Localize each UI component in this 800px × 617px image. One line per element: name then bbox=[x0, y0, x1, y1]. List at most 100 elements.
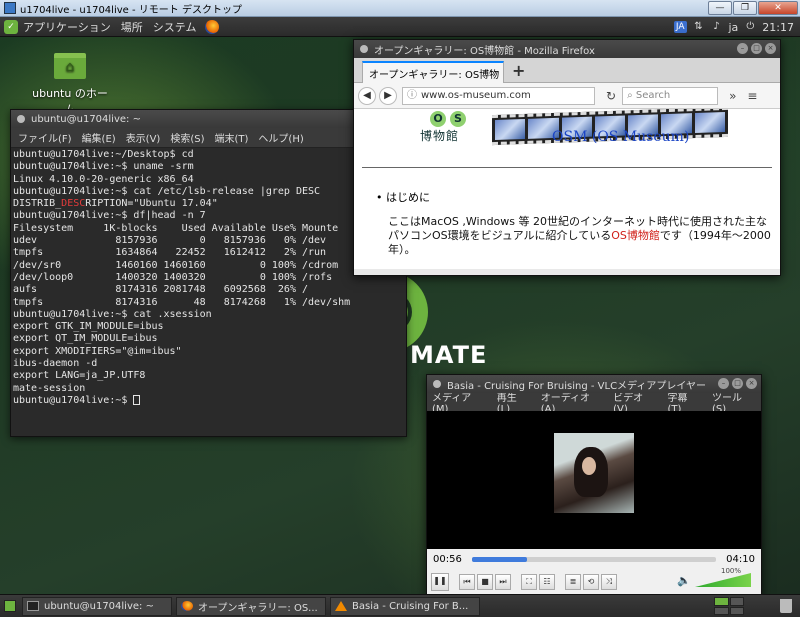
vlc-titlebar[interactable]: Basia - Cruising For Bruising - VLCメディアプ… bbox=[427, 375, 761, 393]
terminal-line: export XMODIFIERS="@im=ibus" bbox=[13, 345, 182, 357]
rdp-window-title: u1704live - u1704live - リモート デスクトップ bbox=[20, 4, 242, 16]
workspace-1[interactable] bbox=[714, 597, 729, 606]
menu-system[interactable]: システム bbox=[148, 19, 202, 35]
terminal-icon bbox=[27, 601, 39, 611]
taskbar-item-terminal[interactable]: ubuntu@u1704live: ~ bbox=[22, 596, 172, 616]
firefox-navbar: ◀ ▶ ⓘ www.os-museum.com ↻ ⌕ Search » ≡ bbox=[354, 83, 780, 109]
workspace-2[interactable] bbox=[729, 597, 744, 606]
volume-slider[interactable] bbox=[695, 573, 751, 587]
menu-places[interactable]: 場所 bbox=[116, 19, 148, 35]
keyboard-layout[interactable]: ja bbox=[729, 21, 739, 34]
firefox-titlebar[interactable]: オープンギャラリー: OS博物館 - Mozilla Firefox – □ × bbox=[354, 40, 780, 58]
mate-wallpaper-text: MATE bbox=[410, 341, 488, 369]
playlist-button[interactable]: ≣ bbox=[565, 574, 581, 590]
speaker-icon[interactable]: 🔈 bbox=[677, 574, 691, 587]
taskbar-item-firefox[interactable]: オープンギャラリー: OS... bbox=[176, 596, 326, 616]
stop-button[interactable]: ■ bbox=[477, 574, 493, 590]
terminal-menu-help[interactable]: ヘルプ(H) bbox=[253, 130, 308, 145]
rdp-minimize-button[interactable]: — bbox=[708, 1, 732, 15]
next-button[interactable]: ⏭ bbox=[495, 574, 511, 590]
video-area[interactable] bbox=[427, 411, 761, 549]
menu-applications[interactable]: アプリケーション bbox=[18, 19, 116, 35]
site-info-icon[interactable]: ⓘ bbox=[407, 90, 417, 101]
back-button[interactable]: ◀ bbox=[358, 86, 376, 105]
extended-settings-button[interactable]: ☷ bbox=[539, 574, 555, 590]
taskbar-item-vlc[interactable]: Basia - Cruising For B... bbox=[330, 596, 480, 616]
terminal-menu-terminal[interactable]: 端末(T) bbox=[210, 130, 254, 145]
vlc-window[interactable]: Basia - Cruising For Bruising - VLCメディアプ… bbox=[426, 374, 762, 598]
rdp-titlebar: u1704live - u1704live - リモート デスクトップ — ❐ … bbox=[0, 0, 800, 17]
new-tab-button[interactable]: + bbox=[512, 61, 525, 80]
firefox-launcher-icon[interactable] bbox=[205, 19, 220, 34]
os-museum-logo[interactable]: O S 博物館 bbox=[420, 111, 476, 145]
hamburger-menu-icon[interactable]: ≡ bbox=[747, 89, 757, 103]
terminal-window[interactable]: ubuntu@u1704live: ~ ファイル(F) 編集(E) 表示(V) … bbox=[10, 109, 407, 437]
tab-os-museum[interactable]: オープンギャラリー: OS博物 bbox=[362, 61, 504, 83]
power-icon[interactable]: ⏻ bbox=[744, 21, 756, 33]
terminal-menu-file[interactable]: ファイル(F) bbox=[13, 130, 77, 145]
firefox-close-button[interactable]: × bbox=[765, 43, 776, 54]
loop-button[interactable]: ⟲ bbox=[583, 574, 599, 590]
terminal-line: Linux 4.10.0-20-generic x86_64 bbox=[13, 173, 194, 185]
vlc-close-button[interactable]: × bbox=[746, 378, 757, 389]
terminal-line: tmpfs 8174316 48 8174268 1% /dev/shm bbox=[13, 296, 351, 308]
workspace-4[interactable] bbox=[729, 606, 744, 615]
terminal-menu-edit[interactable]: 編集(E) bbox=[77, 130, 121, 145]
terminal-menu-view[interactable]: 表示(V) bbox=[121, 130, 166, 145]
firefox-minimize-button[interactable]: – bbox=[737, 43, 748, 54]
bottom-panel: ubuntu@u1704live: ~ オープンギャラリー: OS... Bas… bbox=[0, 594, 800, 617]
page-content: O S 博物館 OSM (OS Museum) • はじめに ここはMacOS … bbox=[354, 109, 780, 269]
rdp-close-button[interactable]: ✕ bbox=[758, 1, 798, 15]
top-panel: ✓ アプリケーション 場所 システム JA ⇅ ♪ ja ⏻ 21:17 bbox=[0, 17, 800, 37]
overflow-chevron-icon[interactable]: » bbox=[729, 89, 736, 103]
terminal-line: mate-session bbox=[13, 382, 86, 394]
terminal-titlebar[interactable]: ubuntu@u1704live: ~ bbox=[11, 110, 406, 128]
total-time[interactable]: 04:10 bbox=[726, 554, 755, 565]
pause-button[interactable]: ❚❚ bbox=[431, 573, 449, 591]
terminal-menu-search[interactable]: 検索(S) bbox=[165, 130, 209, 145]
firefox-maximize-button[interactable]: □ bbox=[751, 43, 762, 54]
os-museum-link[interactable]: OS博物館 bbox=[611, 229, 660, 242]
volume-icon[interactable]: ♪ bbox=[711, 21, 723, 33]
reload-icon[interactable]: ↻ bbox=[606, 89, 616, 103]
vlc-menubar: メディア (M) 再生 (L) オーディオ (A) ビデオ (V) 字幕 (T)… bbox=[427, 393, 761, 415]
forward-button[interactable]: ▶ bbox=[379, 86, 397, 105]
show-desktop-icon[interactable] bbox=[4, 600, 16, 612]
firefox-window[interactable]: オープンギャラリー: OS博物館 - Mozilla Firefox – □ ×… bbox=[353, 39, 781, 276]
terminal-line: ubuntu@u1704live:~$ cat .xsession bbox=[13, 308, 212, 320]
input-method-badge[interactable]: JA bbox=[673, 21, 687, 33]
terminal-window-menu-icon[interactable] bbox=[17, 115, 25, 123]
terminal-line: udev 8157936 0 8157936 0% /dev bbox=[13, 235, 327, 247]
intro-heading: • はじめに bbox=[376, 191, 430, 204]
terminal-output[interactable]: ubuntu@u1704live:~/Desktop$ cd ubuntu@u1… bbox=[11, 148, 406, 436]
network-icon[interactable]: ⇅ bbox=[693, 21, 705, 33]
workspace-switcher[interactable] bbox=[714, 597, 744, 615]
firefox-window-menu-icon[interactable] bbox=[360, 45, 368, 53]
terminal-menubar: ファイル(F) 編集(E) 表示(V) 検索(S) 端末(T) ヘルプ(H) bbox=[11, 128, 406, 148]
terminal-line: export LANG=ja_JP.UTF8 bbox=[13, 370, 146, 382]
firefox-title: オープンギャラリー: OS博物館 - Mozilla Firefox bbox=[374, 45, 595, 57]
desktop: ✓ アプリケーション 場所 システム JA ⇅ ♪ ja ⏻ 21:17 ubu… bbox=[0, 17, 800, 617]
seek-slider[interactable] bbox=[471, 556, 717, 562]
mate-menu-icon[interactable]: ✓ bbox=[4, 19, 18, 34]
previous-button[interactable]: ⏮ bbox=[459, 574, 475, 590]
fullscreen-button[interactable]: ⛶ bbox=[521, 574, 537, 590]
firefox-icon bbox=[181, 601, 193, 611]
terminal-line: export QT_IM_MODULE=ibus bbox=[13, 333, 158, 345]
vlc-window-menu-icon[interactable] bbox=[433, 380, 441, 388]
terminal-line: DISTRIB_DESCRIPTION="Ubuntu 17.04" bbox=[13, 198, 218, 210]
home-folder-desktop-icon[interactable]: ubuntu のホーム bbox=[30, 53, 110, 117]
search-input[interactable]: ⌕ Search bbox=[622, 86, 719, 105]
terminal-line: aufs 8174316 2081748 6092568 26% / bbox=[13, 284, 309, 296]
terminal-line: ubuntu@u1704live:~/Desktop$ cd bbox=[13, 149, 194, 160]
rdp-maximize-button[interactable]: ❐ bbox=[733, 1, 757, 15]
clock[interactable]: 21:17 bbox=[762, 21, 794, 34]
elapsed-time[interactable]: 00:56 bbox=[433, 554, 462, 565]
vlc-minimize-button[interactable]: – bbox=[718, 378, 729, 389]
shuffle-button[interactable]: ⤨ bbox=[601, 574, 617, 590]
volume-control: 🔈 100% bbox=[677, 567, 751, 587]
trash-icon[interactable] bbox=[780, 599, 792, 613]
workspace-3[interactable] bbox=[714, 606, 729, 615]
url-bar[interactable]: ⓘ www.os-museum.com bbox=[402, 86, 595, 105]
vlc-maximize-button[interactable]: □ bbox=[732, 378, 743, 389]
